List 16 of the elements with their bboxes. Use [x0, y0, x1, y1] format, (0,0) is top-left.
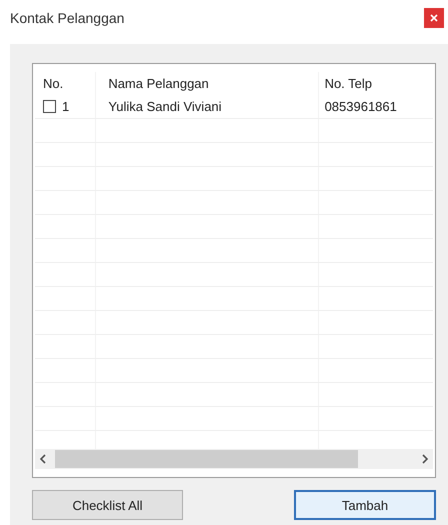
scroll-thumb[interactable] [55, 450, 358, 468]
table-cell: 1 [62, 99, 70, 114]
close-button[interactable] [424, 8, 444, 28]
column-header: No. [35, 72, 96, 95]
add-button[interactable]: Tambah [294, 490, 436, 520]
scroll-right-icon[interactable] [421, 454, 429, 464]
table-cell: Yulika Sandi Viviani [96, 95, 319, 118]
horizontal-scrollbar[interactable] [35, 449, 433, 469]
close-icon [430, 14, 438, 22]
scroll-left-icon[interactable] [39, 454, 47, 464]
table-cell-text: 0853961861 [324, 98, 398, 116]
window-title: Kontak Pelanggan [10, 10, 124, 26]
column-header: No. Telp [324, 75, 374, 93]
column-header: Nama Pelanggan [96, 72, 319, 95]
checkbox[interactable] [43, 100, 56, 113]
checklist-all-button[interactable]: Checklist All [32, 490, 183, 520]
